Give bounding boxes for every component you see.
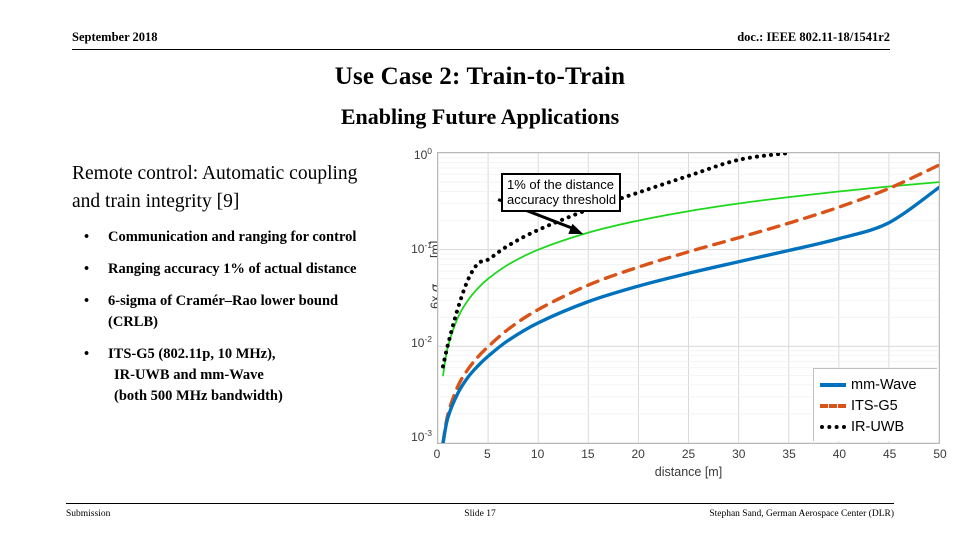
legend-item-mm-wave: mm-Wave [820, 374, 933, 395]
y-tick: 10-3 [411, 428, 432, 444]
legend-swatch-dotted-icon [820, 421, 846, 433]
x-tick: 45 [883, 447, 897, 461]
x-tick: 35 [782, 447, 796, 461]
bullet-marker: • [84, 346, 90, 363]
plot-area: 1% of the distance accuracy threshold mm… [437, 152, 940, 444]
callout-line-2: accuracy threshold [507, 192, 617, 208]
slide-footer: Slide 17 Submission Stephan Sand, German… [66, 509, 894, 525]
slide-header: September 2018 doc.: IEEE 802.11-18/1541… [72, 30, 890, 52]
x-axis-label: distance [m] [654, 465, 723, 479]
x-tick: 40 [832, 447, 847, 461]
x-tick: 30 [732, 447, 746, 461]
legend-label: IR-UWB [851, 418, 905, 435]
x-tick: 5 [483, 447, 491, 461]
footer-divider [66, 503, 894, 504]
list-item-label: 6-sigma of Cramér–Rao lower bound (CRLB) [108, 293, 339, 331]
page-title: Use Case 2: Train-to-Train [334, 63, 626, 90]
content-column: Remote control: Automatic coupling and t… [72, 160, 390, 418]
list-item: • 6-sigma of Cramér–Rao lower bound (CRL… [72, 291, 390, 333]
legend-item-ir-uwb: IR-UWB [820, 416, 933, 437]
header-date: September 2018 [72, 30, 158, 44]
legend-swatch-dashed-icon [820, 400, 846, 412]
list-item-label: ITS-G5 (802.11p, 10 MHz), [108, 346, 276, 363]
list-item-sublabel-1: IR-UWB and mm-Wave [114, 367, 264, 384]
legend-label: ITS-G5 [851, 397, 898, 414]
bullet-marker: • [84, 229, 90, 246]
footer-submission-label: Submission [66, 509, 111, 519]
y-tick: 100 [413, 146, 432, 162]
legend-swatch-solid-icon [820, 379, 846, 391]
bullet-marker: • [84, 261, 90, 278]
y-axis-ticks: 100 10-1 10-2 10-3 [382, 140, 432, 456]
header-divider [72, 49, 890, 50]
footer-author: Stephan Sand, German Aerospace Center (D… [709, 509, 894, 519]
legend-item-its-g5: ITS-G5 [820, 395, 933, 416]
page-subtitle: Enabling Future Applications [340, 104, 620, 129]
x-tick: 10 [530, 447, 545, 461]
x-tick: 15 [581, 447, 595, 461]
list-item-label: Ranging accuracy 1% of actual distance [108, 261, 357, 278]
x-tick: 0 [433, 447, 441, 461]
threshold-callout: 1% of the distance accuracy threshold [501, 173, 622, 213]
header-document-id: doc.: IEEE 802.11-18/1541r2 [737, 30, 890, 44]
bullet-marker: • [84, 293, 90, 310]
lead-paragraph: Remote control: Automatic coupling and t… [72, 163, 358, 212]
crlb-chart: 100 10-1 10-2 10-3 6x σCRLB [m] 1% of th… [382, 140, 960, 485]
chart-legend: mm-Wave ITS-G5 IR-UWB [813, 368, 937, 441]
list-item: • ITS-G5 (802.11p, 10 MHz), IR-UWB and m… [72, 344, 390, 407]
list-item: • Communication and ranging for control [72, 227, 390, 248]
x-tick: 25 [681, 447, 696, 461]
bullet-list: • Communication and ranging for control … [72, 227, 390, 407]
list-item: • Ranging accuracy 1% of actual distance [72, 259, 390, 280]
list-item-sublabel-2: (both 500 MHz bandwidth) [114, 388, 283, 405]
callout-line-1: 1% of the distance [507, 177, 614, 192]
x-tick: 50 [933, 447, 947, 461]
legend-label: mm-Wave [851, 376, 917, 393]
list-item-label: Communication and ranging for control [108, 229, 357, 246]
x-tick: 20 [631, 447, 645, 461]
slide: September 2018 doc.: IEEE 802.11-18/1541… [0, 0, 960, 540]
